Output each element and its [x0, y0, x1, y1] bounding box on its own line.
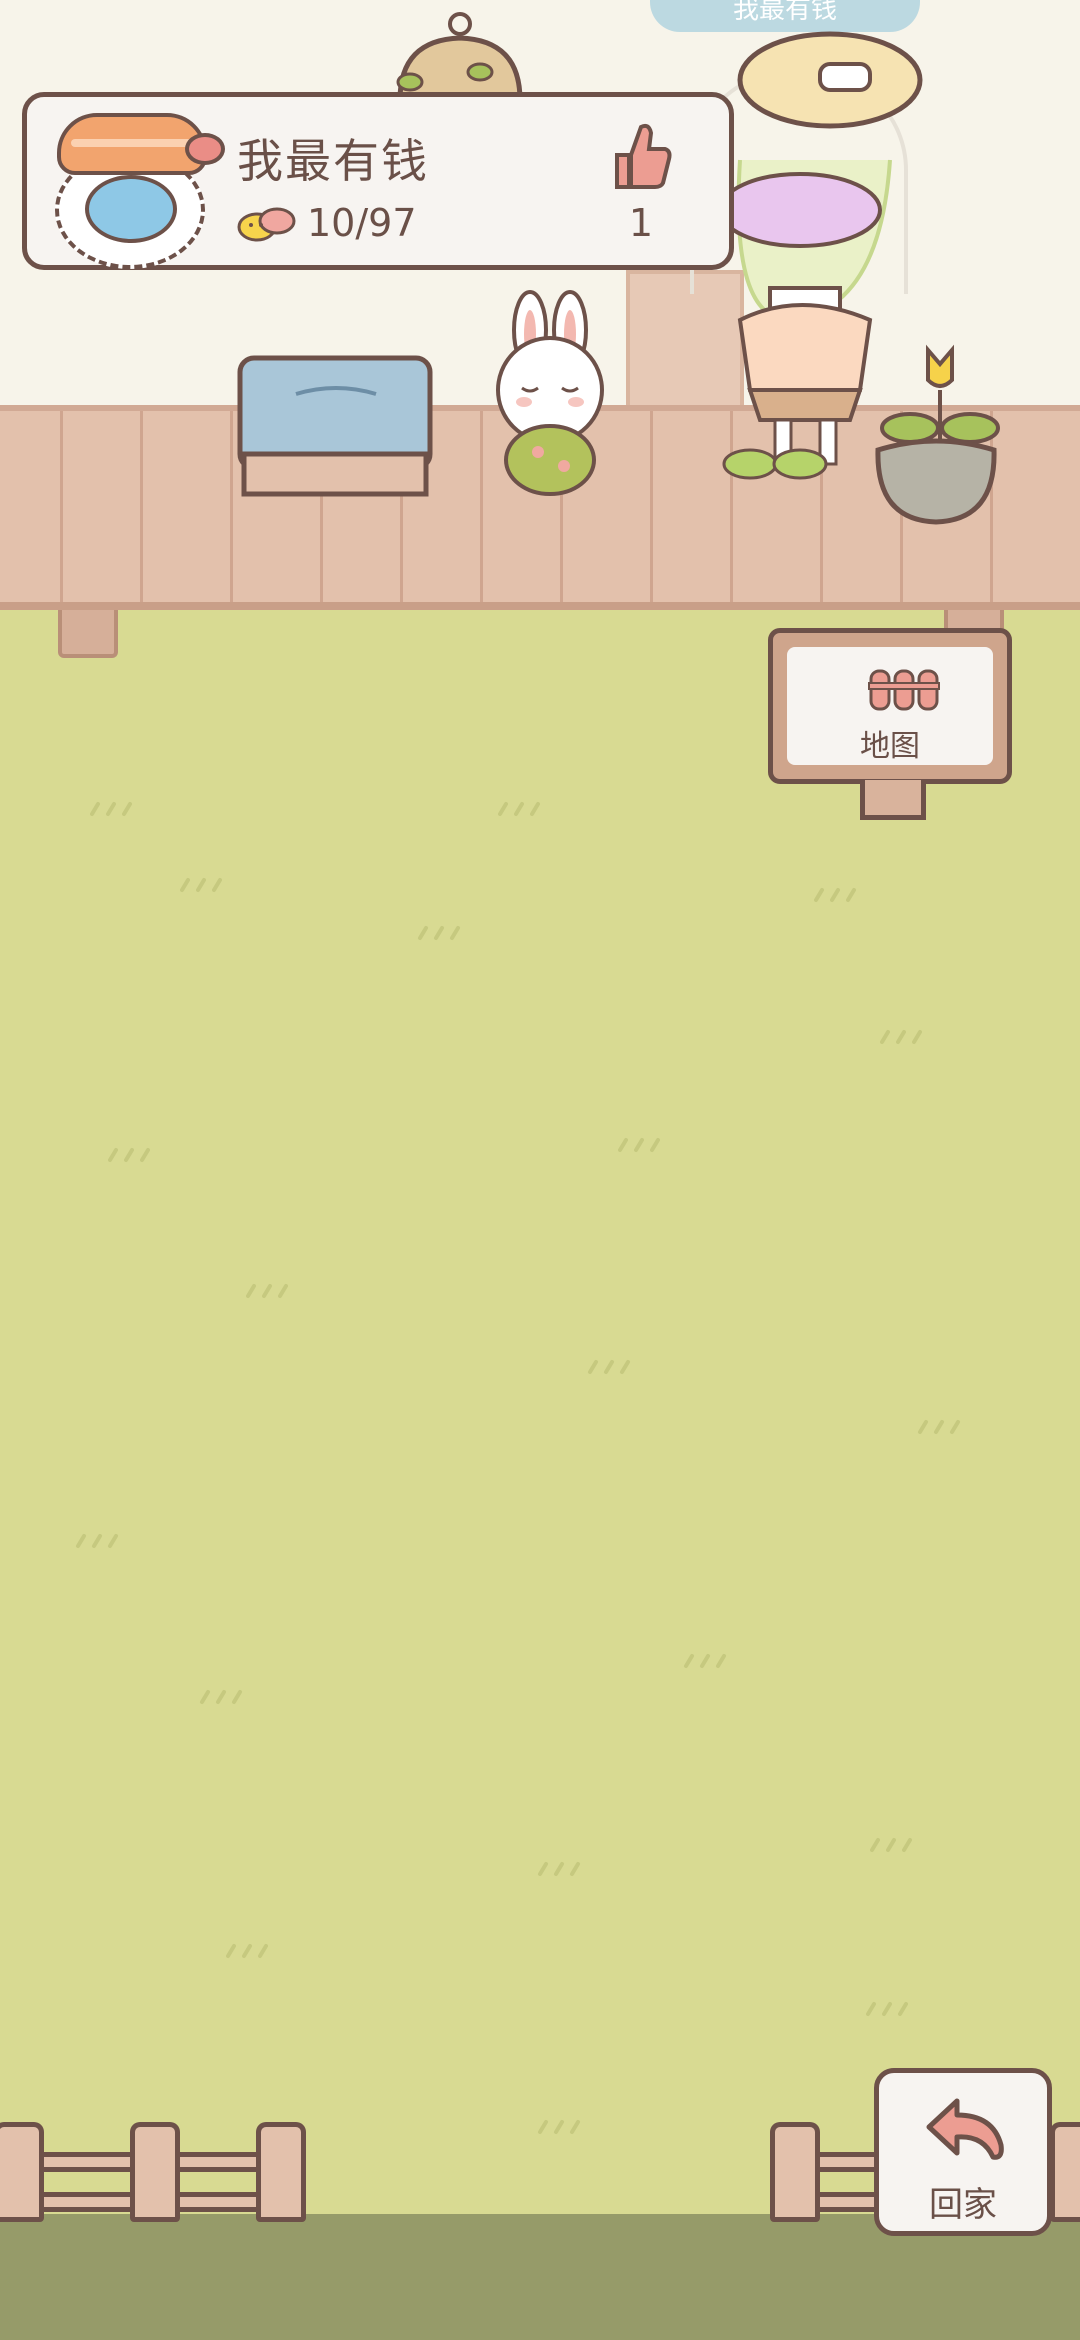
home-label: 回家	[929, 2185, 997, 2225]
fence-post	[1050, 2122, 1080, 2222]
wall-ornament	[396, 12, 523, 100]
coin-icon	[237, 207, 296, 242]
map-label: 地图	[860, 729, 920, 764]
grass-tufts	[76, 802, 960, 2134]
back-arrow-icon	[926, 2098, 1004, 2160]
fence-post	[0, 2122, 44, 2222]
like-count: 1	[628, 201, 654, 245]
fence-map-icon	[868, 669, 940, 711]
bench[interactable]	[236, 354, 436, 504]
player-profile-card[interactable]: 我最有钱 10/97 1	[22, 92, 734, 270]
potted-plant[interactable]	[866, 340, 1006, 530]
thumbs-up-icon[interactable]	[609, 121, 673, 191]
home-button[interactable]: 回家	[874, 2068, 1052, 2236]
fence-post	[256, 2122, 306, 2222]
bunny-npc[interactable]	[488, 290, 618, 500]
fence-post	[770, 2122, 820, 2222]
fence-post	[130, 2122, 180, 2222]
deck-post	[58, 610, 118, 658]
map-button[interactable]: 地图	[768, 628, 1012, 784]
player-name: 我最有钱	[237, 134, 429, 188]
coin-count: 10/97	[307, 201, 417, 245]
game-screen: 我最有钱 我最有钱 10/97 1 地图 回家	[0, 0, 1080, 2340]
avatar-icon[interactable]	[47, 111, 225, 269]
